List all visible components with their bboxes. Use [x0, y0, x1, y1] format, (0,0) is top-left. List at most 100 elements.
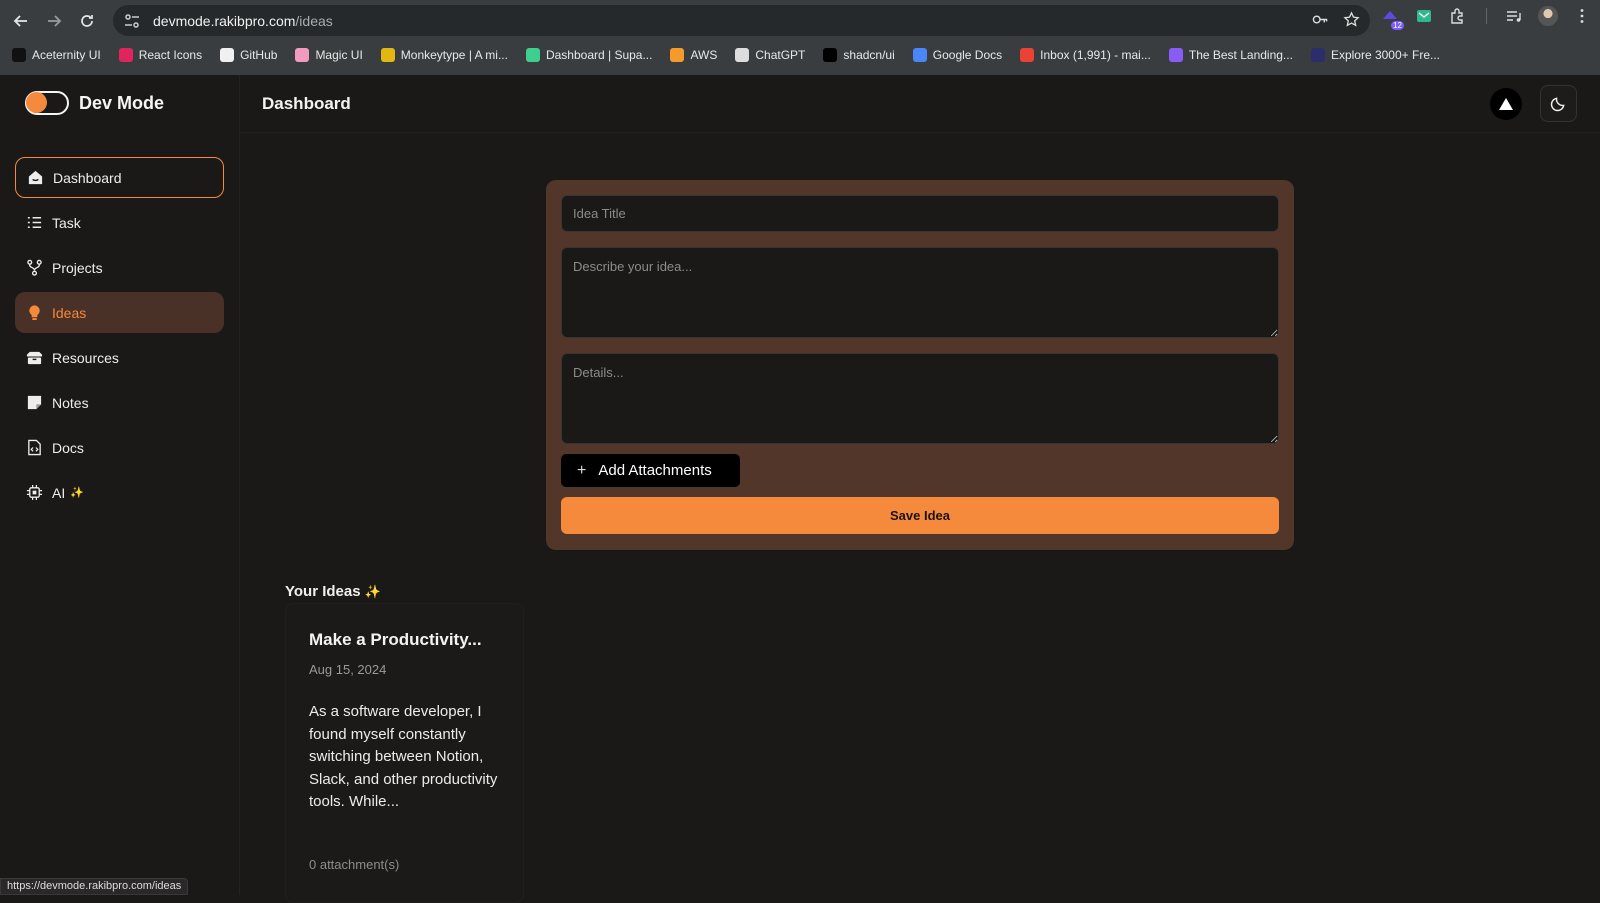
bookmark-favicon-icon — [380, 48, 395, 62]
browser-chrome: devmode.rakibpro.com/ideas 12 Aceternity… — [0, 0, 1600, 75]
bookmark-item[interactable]: GitHub — [220, 48, 277, 62]
bookmark-favicon-icon — [912, 48, 927, 62]
idea-card-date: Aug 15, 2024 — [309, 662, 387, 677]
bookmark-item[interactable]: AWS — [670, 48, 717, 62]
sidebar-item-ideas[interactable]: Ideas — [15, 292, 224, 333]
plus-icon: + — [577, 461, 587, 479]
status-bar-url: https://devmode.rakibpro.com/ideas — [0, 878, 189, 895]
theme-toggle-button[interactable] — [1540, 85, 1577, 122]
browser-toolbar: devmode.rakibpro.com/ideas 12 — [0, 0, 1600, 41]
bookmark-item[interactable]: React Icons — [118, 48, 203, 62]
bookmark-favicon-icon — [1310, 48, 1325, 62]
sidebar-item-notes[interactable]: Notes — [15, 382, 224, 423]
bookmark-item[interactable]: Dashboard | Supa... — [525, 48, 653, 62]
list-icon — [27, 217, 42, 228]
extension-badge-button[interactable]: 12 — [1380, 6, 1404, 30]
bookmark-label: GitHub — [240, 48, 278, 62]
brand-name: Dev Mode — [79, 92, 165, 113]
kebab-menu-icon — [1580, 9, 1584, 23]
forward-button[interactable] — [37, 4, 70, 37]
back-button[interactable] — [4, 4, 37, 37]
reload-button[interactable] — [70, 4, 103, 37]
bookmark-item[interactable]: Aceternity UI — [12, 48, 101, 62]
sidebar-nav: Dashboard Task Projects Ideas Resources Notes… — [15, 157, 224, 517]
sidebar-item-label: Docs — [52, 439, 84, 456]
sidebar-item-ai[interactable]: AI ✨ — [15, 472, 224, 513]
bookmark-item[interactable]: ChatGPT — [735, 48, 805, 62]
bookmark-item[interactable]: Google Docs — [912, 48, 1003, 62]
bookmark-item[interactable]: Inbox (1,991) - mai... — [1020, 48, 1151, 62]
sidebar-item-label: Notes — [52, 394, 89, 411]
mail-icon — [1417, 10, 1431, 22]
add-attachments-label: Add Attachments — [598, 462, 712, 479]
url-host: devmode.rakibpro.com — [153, 12, 296, 29]
extension-badge-count: 12 — [1391, 21, 1404, 30]
ideas-heading: Your Ideas ✨ — [285, 583, 381, 600]
sidebar-item-docs[interactable]: Docs — [15, 427, 224, 468]
address-bar[interactable]: devmode.rakibpro.com/ideas — [113, 5, 1370, 36]
bookmark-label: The Best Landing... — [1188, 48, 1293, 62]
playlist-icon — [1507, 11, 1521, 22]
bookmark-label: ChatGPT — [755, 48, 806, 62]
lightbulb-icon — [29, 305, 40, 321]
arrow-left-icon — [13, 14, 27, 27]
brand[interactable]: Dev Mode — [25, 91, 164, 115]
idea-form: + Add Attachments Save Idea — [546, 180, 1294, 550]
bookmark-label: Google Docs — [932, 48, 1003, 62]
bookmark-favicon-icon — [118, 48, 133, 62]
bookmark-favicon-icon — [670, 48, 685, 62]
bookmark-item[interactable]: shadcn/ui — [823, 48, 895, 62]
file-code-icon — [28, 439, 41, 456]
sidebar-item-resources[interactable]: Resources — [15, 337, 224, 378]
arrow-right-icon — [47, 14, 61, 27]
site-settings-icon[interactable] — [123, 12, 141, 30]
bookmark-favicon-icon — [525, 48, 540, 62]
star-icon[interactable] — [1343, 11, 1360, 28]
extensions-button[interactable] — [1448, 6, 1468, 26]
sidebar-item-label: Dashboard — [53, 169, 122, 186]
vercel-button[interactable] — [1490, 88, 1522, 120]
sidebar-item-task[interactable]: Task — [15, 202, 224, 243]
sidebar-item-label: Projects — [52, 259, 103, 276]
idea-details-input[interactable] — [561, 353, 1279, 444]
profile-button[interactable] — [1538, 6, 1558, 26]
sparkles-icon: ✨ — [70, 487, 84, 499]
toggle-logo-icon — [25, 91, 69, 115]
sidebar: Dev Mode Dashboard Task Projects Ideas Resou… — [0, 75, 240, 895]
idea-description-input[interactable] — [561, 247, 1279, 338]
bookmark-item[interactable]: The Best Landing... — [1168, 48, 1293, 62]
save-idea-button[interactable]: Save Idea — [561, 497, 1279, 534]
sidebar-item-label: AI — [52, 484, 66, 501]
app-root: Dev Mode Dashboard Task Projects Ideas Resou… — [0, 75, 1600, 903]
moon-icon — [1550, 97, 1565, 112]
bookmark-label: shadcn/ui — [843, 48, 895, 62]
media-control-button[interactable] — [1504, 6, 1524, 26]
bookmark-favicon-icon — [220, 48, 235, 62]
add-attachments-button[interactable]: + Add Attachments — [561, 454, 740, 487]
bookmark-label: Explore 3000+ Fre... — [1330, 48, 1440, 62]
browser-menu-button[interactable] — [1572, 6, 1592, 26]
bookmark-label: Dashboard | Supa... — [545, 48, 653, 62]
git-fork-icon — [27, 259, 42, 276]
bookmark-favicon-icon — [823, 48, 838, 62]
key-icon[interactable] — [1312, 11, 1329, 28]
bookmark-item[interactable]: Monkeytype | A mi... — [380, 48, 508, 62]
triangle-icon — [1499, 98, 1513, 110]
sidebar-item-label: Task — [52, 214, 81, 231]
url-path: /ideas — [295, 12, 333, 29]
sidebar-item-projects[interactable]: Projects — [15, 247, 224, 288]
extension-mail-button[interactable] — [1414, 6, 1434, 26]
bookmarks-bar: Aceternity UI React Icons GitHub Magic UI Mo… — [0, 41, 1440, 69]
bookmark-item[interactable]: Explore 3000+ Fre... — [1310, 48, 1440, 62]
sidebar-item-dashboard[interactable]: Dashboard — [15, 157, 224, 198]
idea-title-input[interactable] — [561, 195, 1279, 232]
avatar — [1538, 6, 1558, 26]
sidebar-item-label: Resources — [52, 349, 119, 366]
sticky-note-icon — [27, 395, 42, 410]
bookmark-label: React Icons — [138, 48, 203, 62]
box-icon — [26, 351, 43, 365]
bookmark-item[interactable]: Magic UI — [295, 48, 363, 62]
home-icon — [28, 170, 43, 185]
bookmark-label: Inbox (1,991) - mai... — [1040, 48, 1151, 62]
idea-card[interactable]: Make a Productivity... Aug 15, 2024 As a… — [285, 603, 524, 903]
